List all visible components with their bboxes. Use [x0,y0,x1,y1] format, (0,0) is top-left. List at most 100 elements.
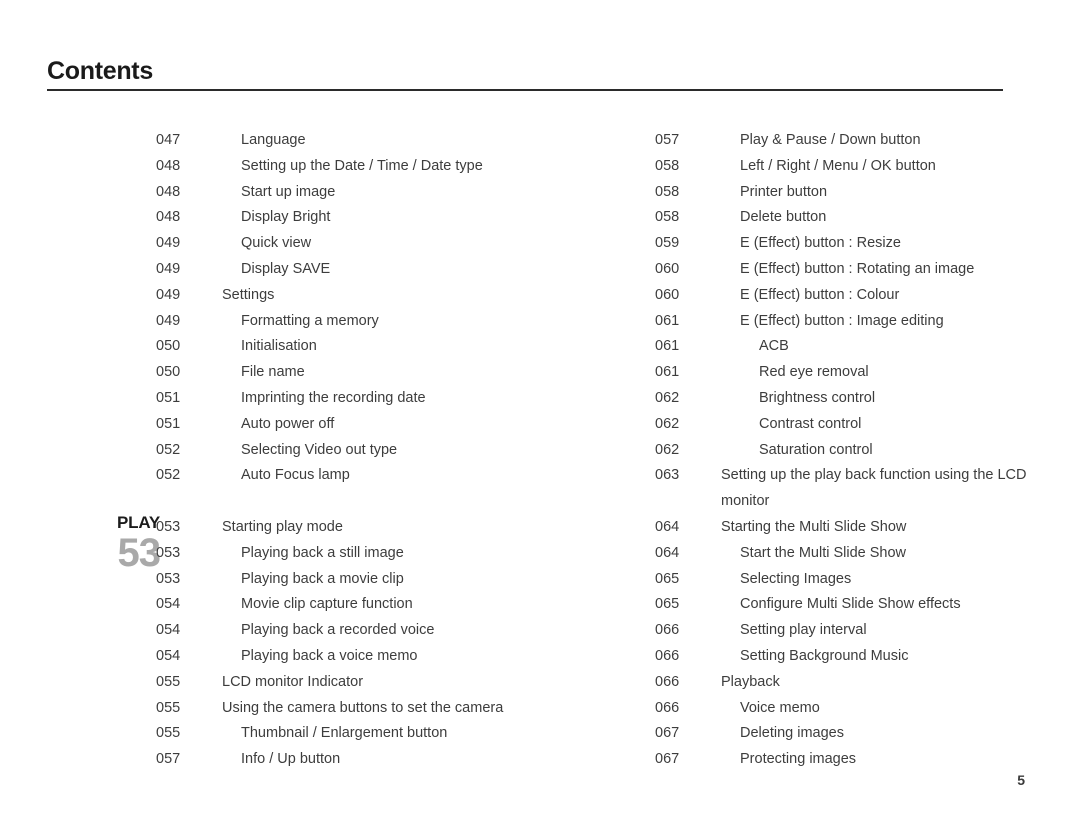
toc-entry[interactable]: 047 Language [86,128,556,154]
toc-entry-label: Starting the Multi Slide Show [721,518,907,535]
toc-entry[interactable]: 050 Initialisation [86,334,556,360]
toc-entry[interactable]: 053 Starting play mode [86,515,556,541]
toc-entry-label: Printer button [740,183,828,200]
toc-entry-label: E (Effect) button : Rotating an image [740,260,975,277]
toc-page-number: 066 [655,699,680,716]
toc-entry[interactable]: 066 Setting Background Music [600,644,1070,670]
toc-entry[interactable]: 060 E (Effect) button : Colour [600,283,1070,309]
toc-entry[interactable]: 051 Auto power off [86,412,556,438]
toc-entry[interactable]: 049 Formatting a memory [86,309,556,335]
toc-entry-label: Thumbnail / Enlargement button [241,725,448,742]
toc-entry[interactable]: 057 Play & Pause / Down button [600,128,1070,154]
toc-page-number: 051 [156,389,181,406]
toc-entry[interactable]: 064 Start the Multi Slide Show [600,541,1070,567]
toc-entry[interactable]: 058 Delete button [600,205,1070,231]
toc-entry[interactable]: 061 Red eye removal [600,360,1070,386]
toc-entry[interactable]: 062 Brightness control [600,386,1070,412]
toc-entry[interactable]: 066 Playback [600,670,1070,696]
toc-entry[interactable]: 067 Protecting images [600,747,1070,773]
toc-page-number: 048 [156,209,181,226]
toc-entry[interactable]: 061 E (Effect) button : Image editing [600,309,1070,335]
toc-page-number: 061 [655,312,680,329]
toc-entry[interactable]: 063 Setting up the play back function usi… [600,463,1070,515]
toc-entry[interactable]: 055 LCD monitor Indicator [86,670,556,696]
toc-entry[interactable]: 057 Info / Up button [86,747,556,773]
toc-entry[interactable]: 060 E (Effect) button : Rotating an image [600,257,1070,283]
toc-entry-label: Brightness control [759,389,876,406]
toc-entry[interactable]: 054 Playing back a voice memo [86,644,556,670]
toc-entry-label: Language [241,132,306,148]
toc-entry[interactable]: 064 Starting the Multi Slide Show [600,515,1070,541]
toc-entry[interactable]: 052 Auto Focus lamp [86,463,556,489]
toc-entry[interactable]: 062 Contrast control [600,412,1070,438]
toc-entry-label: Playing back a recorded voice [241,622,435,639]
toc-entry-label: File name [241,364,305,381]
toc-entry[interactable]: 055 Using the camera buttons to set the c… [86,696,556,722]
toc-entry-label: E (Effect) button : Resize [740,235,901,252]
toc-entry-label: Setting play interval [740,622,867,639]
toc-entry[interactable]: 048 Setting up the Date / Time / Date typ… [86,154,556,180]
toc-entry[interactable]: 049 Quick view [86,231,556,257]
toc-entry[interactable]: 048 Start up image [86,180,556,206]
toc-column-left: 047 Language 048 Setting up the Date / Time… [86,128,556,773]
toc-entry-label: Info / Up button [241,751,341,768]
toc-page-number: 049 [156,260,181,277]
toc-entry[interactable]: 062 Saturation control [600,438,1070,464]
header-divider [47,89,1003,91]
toc-entry[interactable]: 055 Thumbnail / Enlargement button [86,721,556,747]
toc-entry[interactable]: 054 Playing back a recorded voice [86,618,556,644]
toc-entry-label: Playing back a voice memo [241,647,418,664]
toc-entry[interactable]: 053 Playing back a movie clip [86,567,556,593]
toc-page-number: 052 [156,441,181,458]
toc-page-number: 063 [655,467,680,484]
toc-page-number: 049 [156,312,181,329]
toc-entry[interactable]: 049 Display SAVE [86,257,556,283]
toc-page-number: 065 [655,596,680,613]
page-title: Contents [47,57,153,85]
toc-page-number: 061 [655,364,680,381]
toc-entry[interactable]: 065 Configure Multi Slide Show effects [600,592,1070,618]
toc-spacer [86,489,556,515]
toc-entry[interactable]: 058 Left / Right / Menu / OK button [600,154,1070,180]
toc-entry[interactable]: 065 Selecting Images [600,567,1070,593]
toc-entry-label: Auto Focus lamp [241,467,350,484]
toc-entry-label: Start the Multi Slide Show [740,544,907,561]
toc-page-number: 047 [156,132,181,148]
toc-entry[interactable]: 059 E (Effect) button : Resize [600,231,1070,257]
toc-entry-label: Formatting a memory [241,312,379,329]
toc-page-number: 062 [655,389,680,406]
toc-entry-label: Quick view [241,235,312,252]
toc-entry[interactable]: 054 Movie clip capture function [86,592,556,618]
toc-entry-label: E (Effect) button : Image editing [740,312,944,329]
toc-entry-label: Movie clip capture function [241,596,413,613]
toc-entry[interactable]: 048 Display Bright [86,205,556,231]
toc-page-number: 050 [156,364,181,381]
toc-entry[interactable]: 052 Selecting Video out type [86,438,556,464]
toc-entry-label: Setting Background Music [740,647,909,664]
toc-page-number: 058 [655,157,680,174]
toc-entry-label: Start up image [241,183,336,200]
toc-entry[interactable]: 061 ACB [600,334,1070,360]
toc-page-number: 054 [156,622,181,639]
toc-entry-label: Using the camera buttons to set the came… [222,699,504,716]
toc-entry[interactable]: 067 Deleting images [600,721,1070,747]
toc-entry-label: Configure Multi Slide Show effects [740,596,961,613]
toc-entry-label: Play & Pause / Down button [740,132,921,148]
toc-entry[interactable]: 049 Settings [86,283,556,309]
toc-entry-label: Imprinting the recording date [241,389,426,406]
toc-page-number: 053 [156,570,181,587]
toc-entry[interactable]: 066 Voice memo [600,696,1070,722]
toc-entry[interactable]: 051 Imprinting the recording date [86,386,556,412]
toc-entry[interactable]: 066 Setting play interval [600,618,1070,644]
toc-page-number: 062 [655,415,680,432]
toc-page-number: 053 [156,544,181,561]
toc-entry[interactable]: 050 File name [86,360,556,386]
toc-page-number: 055 [156,725,181,742]
toc-entry[interactable]: 058 Printer button [600,180,1070,206]
toc-entry[interactable]: 053 Playing back a still image [86,541,556,567]
toc-page-number: 058 [655,209,680,226]
toc-page-number: 067 [655,751,680,768]
toc-entry-label: Display SAVE [241,260,331,277]
toc-entry-label: Protecting images [740,751,857,768]
toc-entry-label: Deleting images [740,725,844,742]
